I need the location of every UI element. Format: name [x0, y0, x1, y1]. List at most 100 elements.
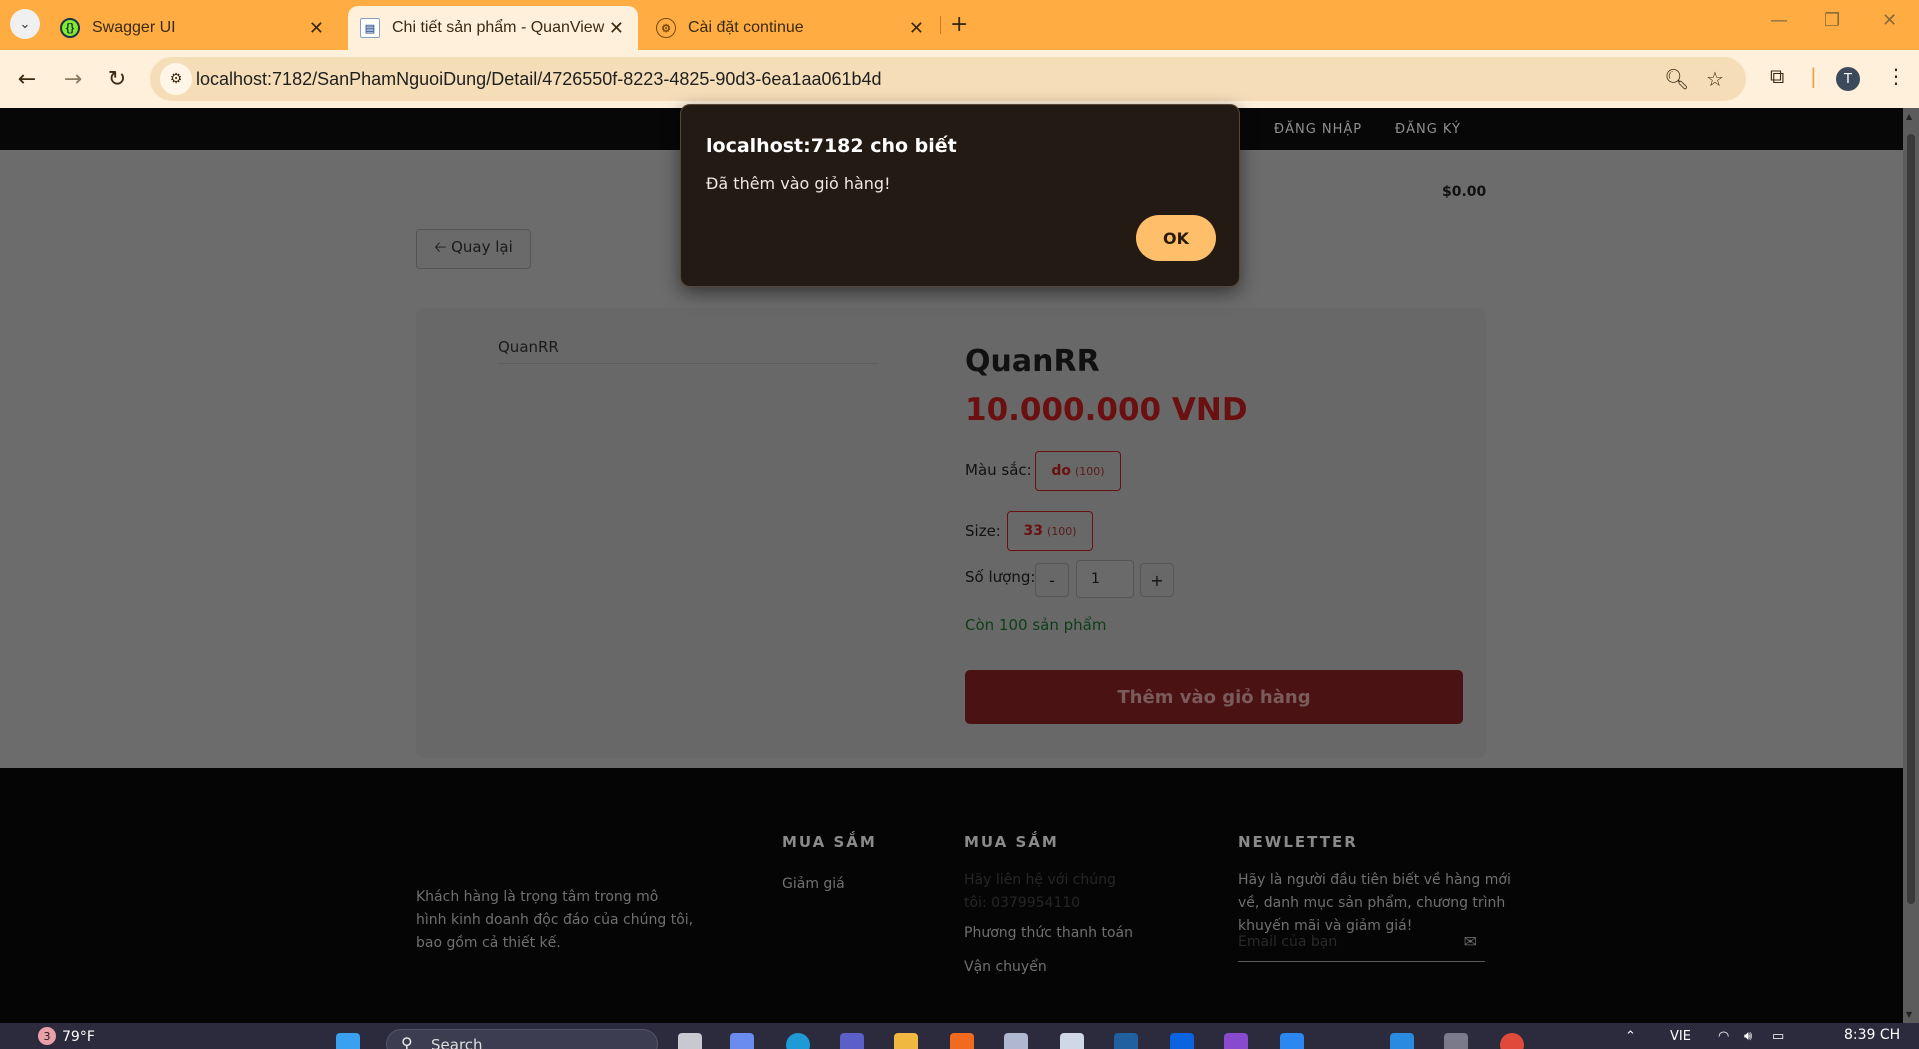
- product-name: QuanRR: [965, 344, 1100, 379]
- task-view-icon[interactable]: [678, 1033, 702, 1049]
- weather-badge: 3: [38, 1027, 56, 1045]
- profile-avatar[interactable]: T: [1836, 67, 1860, 91]
- footer-contact-line: tôi: 0379954110: [964, 895, 1081, 911]
- footer-col1-title: MUA SẮM: [782, 833, 877, 851]
- back-arrow-icon[interactable]: ←: [10, 62, 44, 96]
- ssms-icon[interactable]: [1114, 1033, 1138, 1049]
- register-link[interactable]: ĐĂNG KÝ: [1395, 122, 1461, 137]
- footer-link-shipping[interactable]: Vận chuyển: [964, 956, 1047, 979]
- footer-col2-title: MUA SẮM: [964, 833, 1059, 851]
- devtoys-icon[interactable]: [1004, 1033, 1028, 1049]
- os-taskbar: 3 79°F ⚲ Search ⌃ VIE ◠ 🔊︎ ▭ 8:39 CH: [0, 1023, 1919, 1049]
- footer-newsletter-line: về, danh mục sản phẩm, chương trình: [1238, 895, 1506, 911]
- close-icon[interactable]: ✕: [309, 18, 324, 39]
- extensions-icon[interactable]: ⧉: [1770, 64, 1784, 88]
- file-explorer-icon[interactable]: [894, 1033, 918, 1049]
- back-button[interactable]: 🡠 Quay lại: [416, 229, 531, 269]
- stock-status: Còn 100 sản phẩm: [965, 616, 1107, 634]
- copilot-icon[interactable]: [730, 1033, 754, 1049]
- envelope-icon[interactable]: ✉: [1464, 932, 1477, 951]
- dialog-ok-button[interactable]: OK: [1136, 215, 1216, 261]
- footer-link-payment[interactable]: Phương thức thanh toán: [964, 922, 1133, 945]
- login-link[interactable]: ĐĂNG NHẬP: [1274, 122, 1362, 137]
- quantity-increase-button[interactable]: +: [1140, 563, 1174, 597]
- store-icon[interactable]: [1060, 1033, 1084, 1049]
- edge-icon[interactable]: [786, 1033, 810, 1049]
- quantity-input[interactable]: 1: [1076, 560, 1134, 598]
- quantity-decrease-button[interactable]: -: [1035, 563, 1069, 597]
- weather-widget[interactable]: 79°F: [62, 1029, 95, 1045]
- chrome-icon[interactable]: [1500, 1033, 1524, 1049]
- footer-contact: Hãy liên hệ với chúng tôi: 0379954110: [964, 869, 1116, 915]
- site-footer: Khách hàng là trọng tâm trong mô hình ki…: [0, 768, 1903, 1023]
- swagger-favicon-icon: {}: [60, 18, 80, 38]
- footer-newsletter-title: NEWLETTER: [1238, 833, 1358, 851]
- toolbar-divider: |: [1810, 64, 1817, 88]
- tab-continue-settings[interactable]: ⚙ Cài đặt continue ✕: [648, 6, 938, 50]
- footer-about-line: hình kinh doanh độc đáo của chúng tôi,: [416, 912, 694, 928]
- site-info-icon[interactable]: ⚙: [160, 63, 192, 95]
- product-card: QuanRR QuanRR 10.000.000 VND Màu sắc: do…: [416, 308, 1486, 758]
- taskbar-search-label: Search: [431, 1036, 483, 1049]
- scroll-thumb[interactable]: [1907, 134, 1915, 904]
- color-option[interactable]: do (100): [1035, 451, 1121, 491]
- language-indicator[interactable]: VIE: [1670, 1029, 1691, 1044]
- terminal-icon[interactable]: [1444, 1033, 1468, 1049]
- dialog-title: localhost:7182 cho biết: [706, 135, 957, 157]
- tab-label: Swagger UI: [92, 19, 176, 36]
- tab-label: Chi tiết sản phẩm - QuanView: [392, 19, 605, 36]
- close-icon[interactable]: ✕: [609, 18, 624, 39]
- zoom-icon[interactable]: 🔍︎: [1664, 67, 1689, 91]
- tab-swagger[interactable]: {} Swagger UI ✕: [48, 6, 338, 50]
- taskbar-clock[interactable]: 8:39 CH: [1844, 1027, 1900, 1043]
- reload-icon[interactable]: ↻: [100, 62, 134, 96]
- color-label: Màu sắc:: [965, 461, 1032, 479]
- quantity-label: Số lượng:: [965, 568, 1036, 586]
- size-label: Size:: [965, 522, 1001, 540]
- scroll-down-icon[interactable]: ▼: [1906, 1010, 1912, 1019]
- page-scrollbar[interactable]: ▲ ▼: [1903, 108, 1919, 1023]
- browser-tab-bar: ⌄ {} Swagger UI ✕ ▤ Chi tiết sản phẩm - …: [0, 0, 1919, 50]
- url-text[interactable]: localhost:7182/SanPhamNguoiDung/Detail/4…: [196, 69, 882, 90]
- windows-start-icon[interactable]: [336, 1033, 360, 1049]
- tab-product-detail[interactable]: ▤ Chi tiết sản phẩm - QuanView ✕: [348, 6, 638, 50]
- dialog-message: Đã thêm vào giỏ hàng!: [706, 174, 891, 193]
- new-tab-icon[interactable]: +: [950, 12, 968, 37]
- size-count: (100): [1046, 524, 1077, 538]
- firefox-icon[interactable]: [950, 1033, 974, 1049]
- vscode-icon[interactable]: [1390, 1033, 1414, 1049]
- footer-contact-line: Hãy liên hệ với chúng: [964, 872, 1116, 888]
- tab-label: Cài đặt continue: [688, 19, 804, 36]
- tray-chevron-icon[interactable]: ⌃: [1625, 1029, 1636, 1044]
- browser-toolbar: ← → ↻ ⚙ localhost:7182/SanPhamNguoiDung/…: [0, 50, 1919, 108]
- minimize-icon[interactable]: —: [1770, 10, 1788, 31]
- color-count: (100): [1075, 464, 1105, 478]
- restore-icon[interactable]: ❐: [1824, 10, 1840, 31]
- add-to-cart-button[interactable]: Thêm vào giỏ hàng: [965, 670, 1463, 724]
- size-option[interactable]: 33 (100): [1007, 511, 1093, 551]
- tab-search-menu-icon[interactable]: ⌄: [10, 9, 40, 39]
- footer-link-discount[interactable]: Giảm giá: [782, 873, 845, 896]
- wifi-icon[interactable]: ◠: [1718, 1029, 1729, 1044]
- tab-divider: [940, 16, 941, 34]
- close-icon[interactable]: ✕: [909, 18, 924, 39]
- email-placeholder: Email của bạn: [1238, 934, 1338, 950]
- battery-icon[interactable]: ▭: [1772, 1029, 1784, 1044]
- bookmark-star-icon[interactable]: ☆: [1706, 67, 1724, 91]
- visual-studio-icon[interactable]: [1224, 1033, 1248, 1049]
- zalo-icon[interactable]: [1280, 1033, 1304, 1049]
- volume-icon[interactable]: 🔊︎: [1744, 1029, 1752, 1044]
- forward-arrow-icon[interactable]: →: [56, 62, 90, 96]
- address-bar[interactable]: ⚙ localhost:7182/SanPhamNguoiDung/Detail…: [150, 57, 1746, 101]
- newsletter-email-field[interactable]: Email của bạn ✉: [1238, 928, 1485, 962]
- dropbox-icon[interactable]: [1170, 1033, 1194, 1049]
- window-close-icon[interactable]: ✕: [1882, 10, 1897, 31]
- page-favicon-icon: ▤: [360, 18, 380, 38]
- taskbar-search[interactable]: ⚲ Search: [386, 1029, 658, 1049]
- cart-total[interactable]: $0.00: [1442, 184, 1486, 200]
- scroll-up-icon[interactable]: ▲: [1906, 112, 1912, 121]
- teams-icon[interactable]: [840, 1033, 864, 1049]
- footer-about-line: bao gồm cả thiết kế.: [416, 935, 561, 951]
- browser-menu-icon[interactable]: ⋮: [1886, 64, 1906, 88]
- search-icon: ⚲: [401, 1034, 413, 1049]
